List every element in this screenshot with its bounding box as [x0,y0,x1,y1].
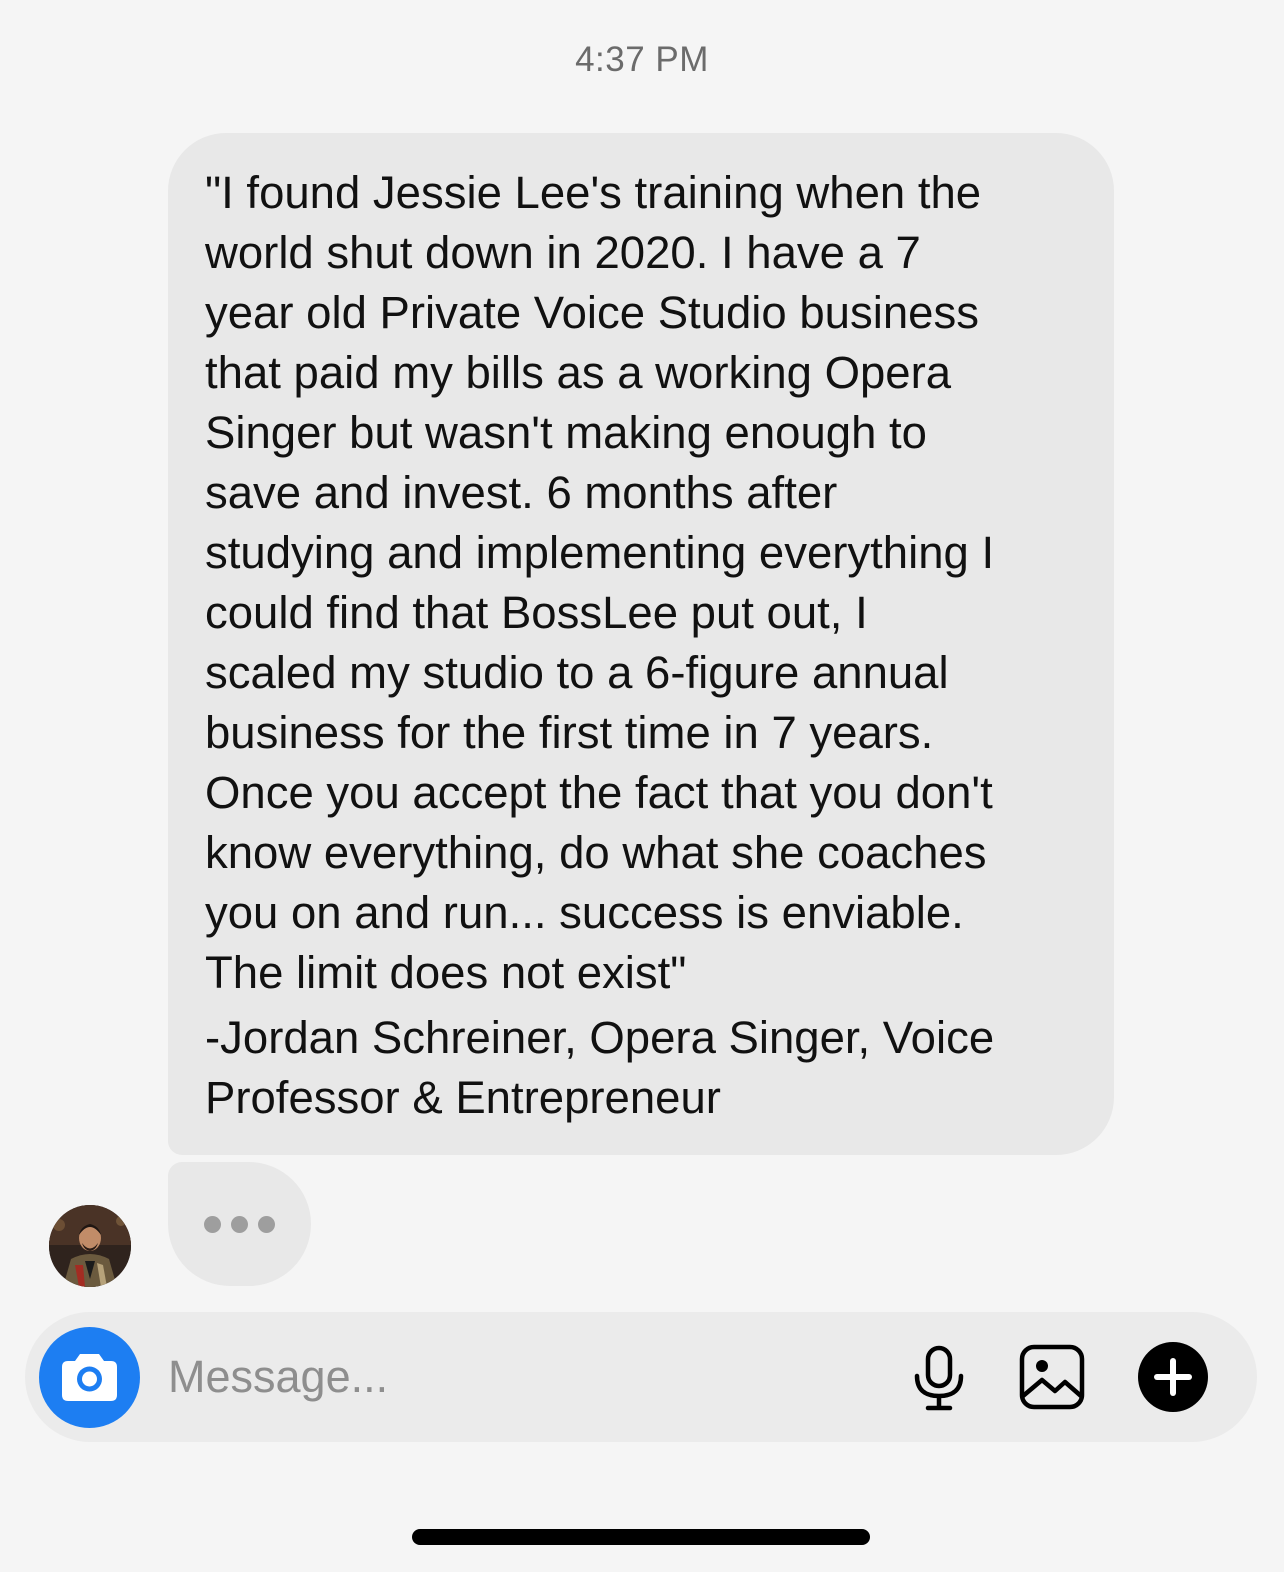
message-composer [25,1312,1257,1442]
plus-circle-icon[interactable] [1136,1340,1210,1414]
contact-avatar[interactable] [49,1205,131,1287]
received-message-bubble[interactable]: "I found Jessie Lee's training when the … [168,133,1114,1155]
message-text-line: world shut down in 2020. I have a 7 [205,227,921,278]
message-text-line: know everything, do what she coaches [205,827,987,878]
message-text-line: save and invest. 6 months after [205,467,838,518]
image-icon[interactable] [1017,1342,1087,1412]
message-text-line: Once you accept the fact that you don't [205,767,993,818]
message-timestamp: 4:37 PM [575,40,709,79]
message-input[interactable] [168,1342,868,1412]
typing-indicator [168,1162,311,1286]
avatar-photo [49,1205,131,1287]
home-indicator[interactable] [412,1529,870,1545]
typing-dot [258,1216,275,1233]
message-text-line: studying and implementing everything I [205,527,995,578]
message-text-line: "I found Jessie Lee's training when the [205,167,982,218]
message-text-line: year old Private Voice Studio business [205,287,979,338]
camera-button[interactable] [39,1327,140,1428]
camera-icon [62,1354,117,1401]
message-text-line: you on and run... success is enviable. [205,887,964,938]
message-text-line: could find that BossLee put out, I [205,587,868,638]
message-text-line: that paid my bills as a working Opera [205,347,952,398]
typing-dot [204,1216,221,1233]
message-text-line: Singer but wasn't making enough to [205,407,927,458]
message-text-line: scaled my studio to a 6-figure annual [205,647,949,698]
signature-line: Professor & Entrepreneur [205,1072,721,1123]
message-text-line: business for the first time in 7 years. [205,707,934,758]
message-text-line: The limit does not exist" [205,947,687,998]
signature-line: -Jordan Schreiner, Opera Singer, Voice [205,1012,995,1063]
microphone-icon[interactable] [909,1344,969,1414]
typing-dot [231,1216,248,1233]
message-signature: -Jordan Schreiner, Opera Singer, Voice P… [205,1008,1084,1128]
